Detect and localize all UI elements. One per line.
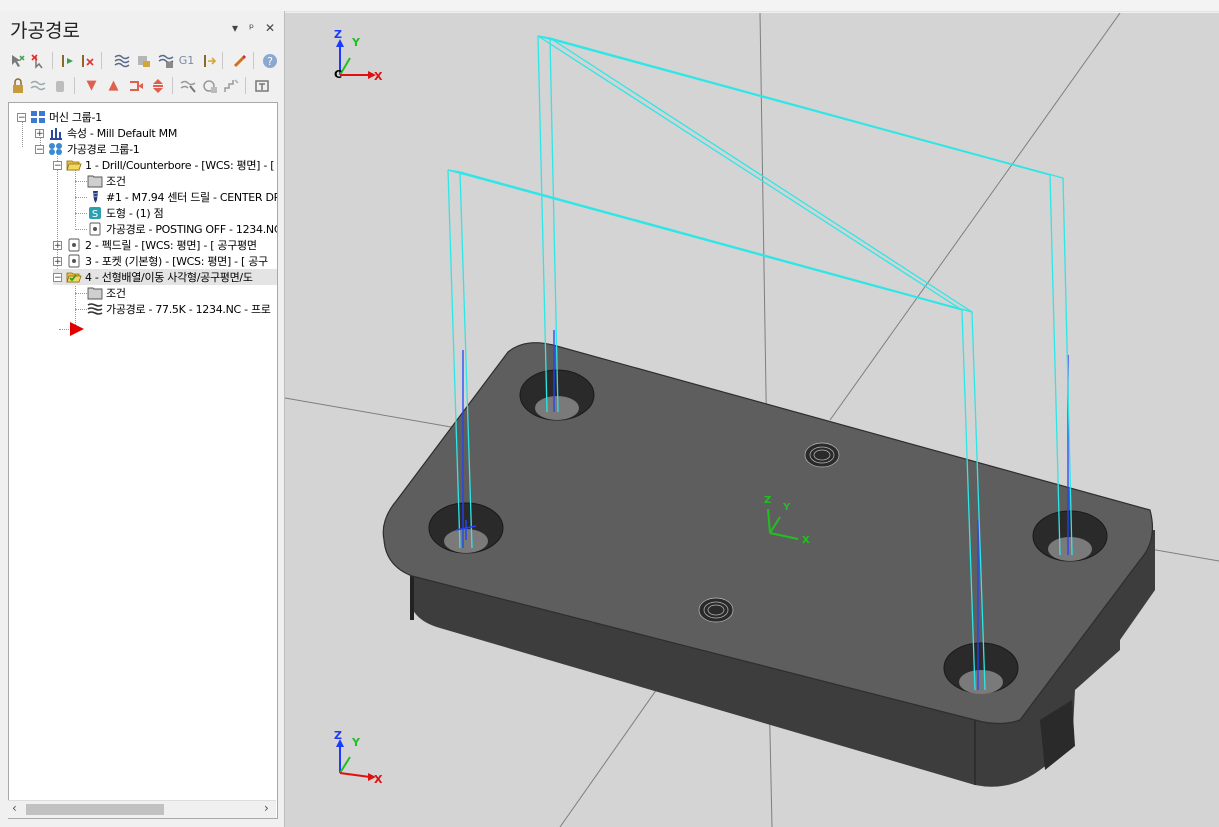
tree-node-operation-4[interactable]: − 4 - 선형배열/이동 사각형/공구평면/도 [53,269,277,285]
collapse-icon[interactable]: − [53,272,62,282]
tree-node-label: 4 - 선형배열/이동 사각형/공구평면/도 [85,271,253,284]
scroll-right-icon[interactable]: › [264,801,269,815]
tree-node-label: 조건 [106,175,126,188]
post-g1-icon[interactable]: G1 [178,52,195,69]
graphics-viewport[interactable]: Z Y X C Z Y X Z Y X [285,13,1219,827]
toolpath-group-icon [48,142,64,156]
axis-y-label: Y [352,36,360,49]
geometry-icon: S [87,206,103,220]
tree-node-label: 가공경로 - 77.5K - 1234.NC - 프로 [106,303,271,316]
axis-c-label: C [334,68,343,81]
properties-icon [48,126,64,140]
axis-z-label: Z [334,729,342,742]
help-edit-icon[interactable] [231,52,248,69]
scrollbar-thumb[interactable] [26,804,164,815]
cad-scene [285,13,1219,827]
tree-node-operation-1[interactable]: − 1 - Drill/Counterbore - [WCS: 평면] - [ [53,157,275,173]
backplot-icon[interactable] [113,52,130,69]
regenerate-icon[interactable] [58,52,75,69]
toggle-posting-icon[interactable] [51,77,68,94]
operation-icon [66,238,82,252]
wcs-gnomon-center: Z Y X [760,493,820,551]
open-folder-check-icon [66,270,82,284]
regenerate-dirty-icon[interactable] [78,52,95,69]
tree-node-toolpath-1[interactable]: 가공경로 - POSTING OFF - 1234.NC [87,221,278,237]
options-icon[interactable] [253,77,270,94]
view-gnomon-top[interactable]: Z Y X C [330,28,390,88]
expand-icon[interactable]: + [35,128,44,138]
axis-x-label: X [374,70,383,83]
operation-icon [66,254,82,268]
move-up-icon[interactable]: ▲ [105,77,122,94]
tree-node-label: #1 - M7.94 센터 드릴 - CENTER DR [106,191,278,204]
operations-tree[interactable]: − 머신 그룹-1 + 속성 - Mill Default MM − 가공경로 … [8,102,278,819]
axis-x-label: X [802,535,810,546]
insert-arrow-marker[interactable] [69,321,88,337]
scroll-left-icon[interactable]: ‹ [12,801,17,815]
insert-arrow-icon [69,322,85,336]
verify-icon[interactable] [135,52,152,69]
collapse-icon[interactable]: − [35,144,44,154]
tree-node-label: 1 - Drill/Counterbore - [WCS: 평면] - [ [85,159,275,172]
tree-node-machine-group[interactable]: − 머신 그룹-1 [17,109,102,125]
tree-node-operation-3[interactable]: + 3 - 포켓 (기본형) - [WCS: 평면] - [ 공구 [53,253,268,269]
folder-icon [87,286,103,300]
tree-node-toolpath-4[interactable]: 가공경로 - 77.5K - 1234.NC - 프로 [87,301,271,317]
pin-icon[interactable]: ᵖ [249,21,254,35]
toolpath-file-icon [87,222,103,236]
simulate-icon[interactable] [157,52,174,69]
panel-title: 가공경로 [10,20,80,42]
view-gnomon-bottom: Z Y X [330,729,390,789]
toolpath-wave-icon [87,302,103,316]
tree-node-label: 가공경로 그룹-1 [67,143,140,156]
axis-y-label: Y [783,502,791,513]
close-icon[interactable]: ✕ [265,21,275,35]
tree-horizontal-scrollbar[interactable]: ‹ › [8,800,276,818]
tree-node-label: 머신 그룹-1 [49,111,102,124]
help-icon[interactable]: ? [261,52,278,69]
axis-z-label: Z [764,495,772,506]
axis-x-label: X [374,773,383,786]
tree-node-geometry[interactable]: S 도형 - (1) 점 [87,205,164,221]
tree-node-label: 가공경로 - POSTING OFF - 1234.NC [106,223,278,236]
axis-z-label: Z [334,28,342,41]
drill-tool-icon [87,190,103,204]
expand-icon[interactable]: + [53,240,62,250]
tree-node-toolpath-group[interactable]: − 가공경로 그룹-1 [35,141,140,157]
tree-node-properties[interactable]: + 속성 - Mill Default MM [35,125,177,141]
scroll-icon[interactable] [149,77,166,94]
open-folder-icon [66,158,82,172]
tree-node-tool[interactable]: #1 - M7.94 센터 드릴 - CENTER DR [87,189,278,205]
toggle-display-icon[interactable] [29,77,46,94]
select-all-ops-icon[interactable] [9,52,26,69]
tree-node-operation-2[interactable]: + 2 - 펙드릴 - [WCS: 평면] - [ 공구평면 [53,237,257,253]
tree-node-label: 3 - 포켓 (기본형) - [WCS: 평면] - [ 공구 [85,255,268,268]
tree-node-label: 조건 [106,287,126,300]
axis-y-label: Y [352,736,360,749]
single-display-icon[interactable] [222,77,239,94]
collapse-icon[interactable]: − [17,112,26,122]
machine-group-icon [30,110,46,124]
tree-node-label: 2 - 펙드릴 - [WCS: 평면] - [ 공구평면 [85,239,257,252]
tree-node-parameters[interactable]: 조건 [87,173,126,189]
svg-text:?: ? [267,55,273,68]
folder-icon [87,174,103,188]
part-model [382,342,1155,787]
select-invalid-ops-icon[interactable] [29,52,46,69]
panel-menu-icon[interactable]: ▾ [232,21,238,35]
toolpaths-panel: 가공경로 ▾ ᵖ ✕ G1 ? ▼ ▲ − 머신 그룹-1 + 속성 - Mil… [0,11,284,827]
tool-path-icon[interactable] [179,77,196,94]
svg-text:S: S [92,209,98,220]
insert-arrow-icon[interactable] [127,77,144,94]
tree-node-label: 속성 - Mill Default MM [67,127,178,140]
lock-icon[interactable] [9,77,26,94]
tree-node-parameters-4[interactable]: 조건 [87,285,126,301]
stock-icon[interactable] [201,77,218,94]
tree-node-label: 도형 - (1) 점 [106,207,164,220]
expand-icon[interactable]: + [53,256,62,266]
highfeed-icon[interactable] [200,52,217,69]
move-down-icon[interactable]: ▼ [83,77,100,94]
collapse-icon[interactable]: − [53,160,62,170]
